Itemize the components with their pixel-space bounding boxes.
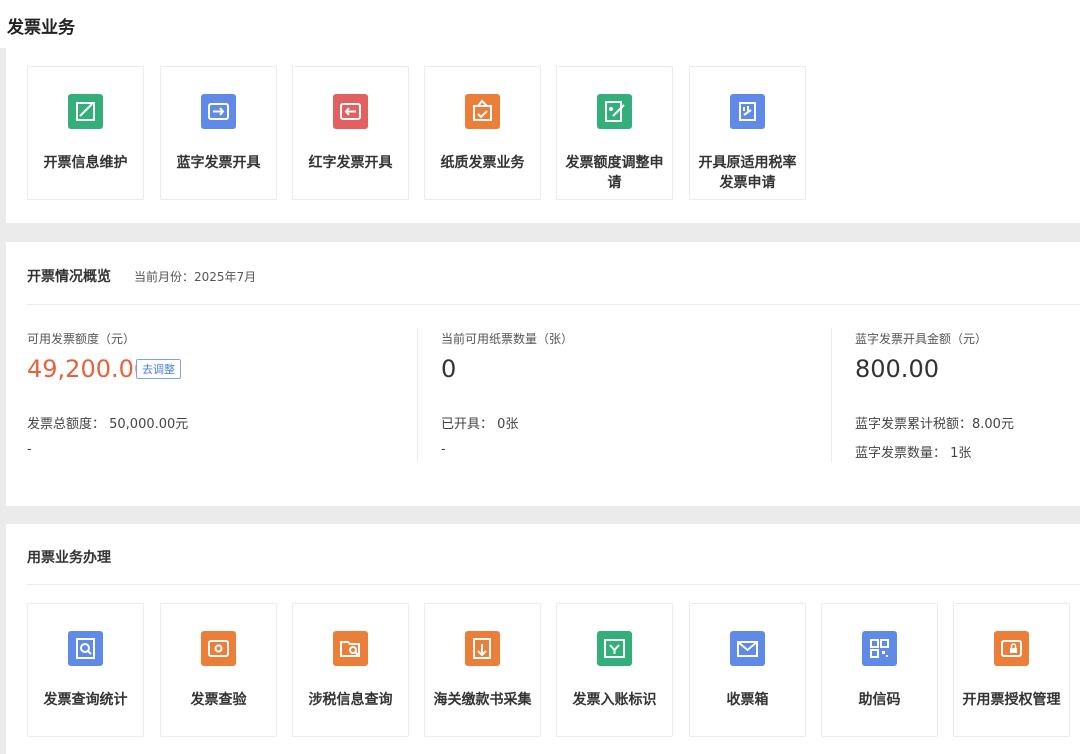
tile-inbox[interactable]: 收票箱 — [689, 603, 806, 737]
blue-tax-total: 蓝字发票累计税额：8.00元 — [855, 417, 1014, 432]
blue-amount-value: 800.00 — [855, 355, 939, 383]
quota-extra: - — [27, 442, 32, 457]
tile-customs-collection[interactable]: 海关缴款书采集 — [424, 603, 541, 737]
paper-invoice-icon — [465, 94, 500, 129]
current-month: 当前月份：2025年7月 — [134, 270, 257, 284]
divider — [27, 584, 1080, 585]
page-title: 发票业务 — [7, 18, 75, 38]
blue-amount-label: 蓝字发票开具金额（元） — [855, 332, 988, 346]
tile-label: 助信码 — [858, 692, 901, 708]
tile-invoice-verify[interactable]: 发票查验 — [160, 603, 277, 737]
tile-red-invoice-issue[interactable]: 红字发票开具 — [292, 66, 409, 200]
tile-original-tax-rate[interactable]: 开具原适用税率发票申请 — [689, 66, 806, 200]
quota-value: 49,200.00 — [27, 355, 150, 383]
tile-label: 发票额度调整申请 — [565, 155, 664, 191]
edit-doc-icon — [68, 94, 103, 129]
tile-invoice-query[interactable]: 发票查询统计 — [27, 603, 144, 737]
tile-tax-info-query[interactable]: 涉税信息查询 — [292, 603, 409, 737]
invoice-out-icon — [333, 94, 368, 129]
lock-ticket-icon — [994, 631, 1029, 666]
tile-quota-adjust[interactable]: 发票额度调整申请 — [556, 66, 673, 200]
tile-credit-code[interactable]: 助信码 — [821, 603, 938, 737]
tile-label: 收票箱 — [726, 692, 769, 708]
tile-label: 发票查询统计 — [43, 692, 128, 708]
total-quota: 发票总额度： 50,000.00元 — [27, 417, 189, 432]
ticket-check-icon — [201, 631, 236, 666]
tile-label: 蓝字发票开具 — [176, 155, 261, 171]
customs-doc-icon — [465, 631, 500, 666]
invoice-in-icon — [201, 94, 236, 129]
invoice-overview-panel: 开票情况概览 当前月份：2025年7月 可用发票额度（元） 49,200.00 … — [6, 242, 1080, 506]
tile-label: 纸质发票业务 — [440, 155, 525, 171]
quota-edit-icon — [597, 94, 632, 129]
quota-label: 可用发票额度（元） — [27, 332, 136, 346]
tile-label: 涉税信息查询 — [308, 692, 393, 708]
tile-invoice-info-maintenance[interactable]: 开票信息维护 — [27, 66, 144, 200]
tile-label: 发票入账标识 — [572, 692, 657, 708]
search-doc-icon — [68, 631, 103, 666]
tile-label: 开用票授权管理 — [962, 692, 1061, 708]
blue-invoice-count: 蓝字发票数量： 1张 — [855, 446, 972, 461]
services-title: 用票业务办理 — [27, 550, 111, 566]
tax-rate-doc-icon — [730, 94, 765, 129]
page-header: 发票业务 — [0, 0, 1080, 48]
divider — [417, 328, 418, 462]
invoice-business-panel: 开票信息维护 蓝字发票开具 红字发票开具 纸质发票业务 发票额度调整申请 开具原… — [6, 48, 1080, 223]
paper-issued: 已开具： 0张 — [441, 417, 519, 432]
tile-label: 开票信息维护 — [43, 155, 128, 171]
paper-count-value: 0 — [441, 355, 457, 383]
tile-authorization-management[interactable]: 开用票授权管理 — [953, 603, 1070, 737]
divider — [27, 304, 1080, 305]
invoice-services-panel: 用票业务办理 发票查询统计 发票查验 涉税信息查询 海关缴款书采集 发票入账标识 — [6, 524, 1080, 754]
adjust-quota-button[interactable]: 去调整 — [136, 359, 181, 379]
account-mark-icon — [597, 631, 632, 666]
search-folder-icon — [333, 631, 368, 666]
paper-extra: - — [441, 442, 446, 457]
tile-label: 开具原适用税率发票申请 — [698, 155, 797, 191]
tile-paper-invoice[interactable]: 纸质发票业务 — [424, 66, 541, 200]
tile-blue-invoice-issue[interactable]: 蓝字发票开具 — [160, 66, 277, 200]
tile-account-mark[interactable]: 发票入账标识 — [556, 603, 673, 737]
paper-count-label: 当前可用纸票数量（张） — [441, 332, 574, 346]
tile-label: 发票查验 — [190, 692, 247, 708]
mail-icon — [730, 631, 765, 666]
tile-label: 红字发票开具 — [308, 155, 393, 171]
tile-label: 海关缴款书采集 — [433, 692, 532, 708]
overview-title: 开票情况概览 — [27, 269, 111, 285]
qr-code-icon — [862, 631, 897, 666]
divider — [831, 328, 832, 462]
